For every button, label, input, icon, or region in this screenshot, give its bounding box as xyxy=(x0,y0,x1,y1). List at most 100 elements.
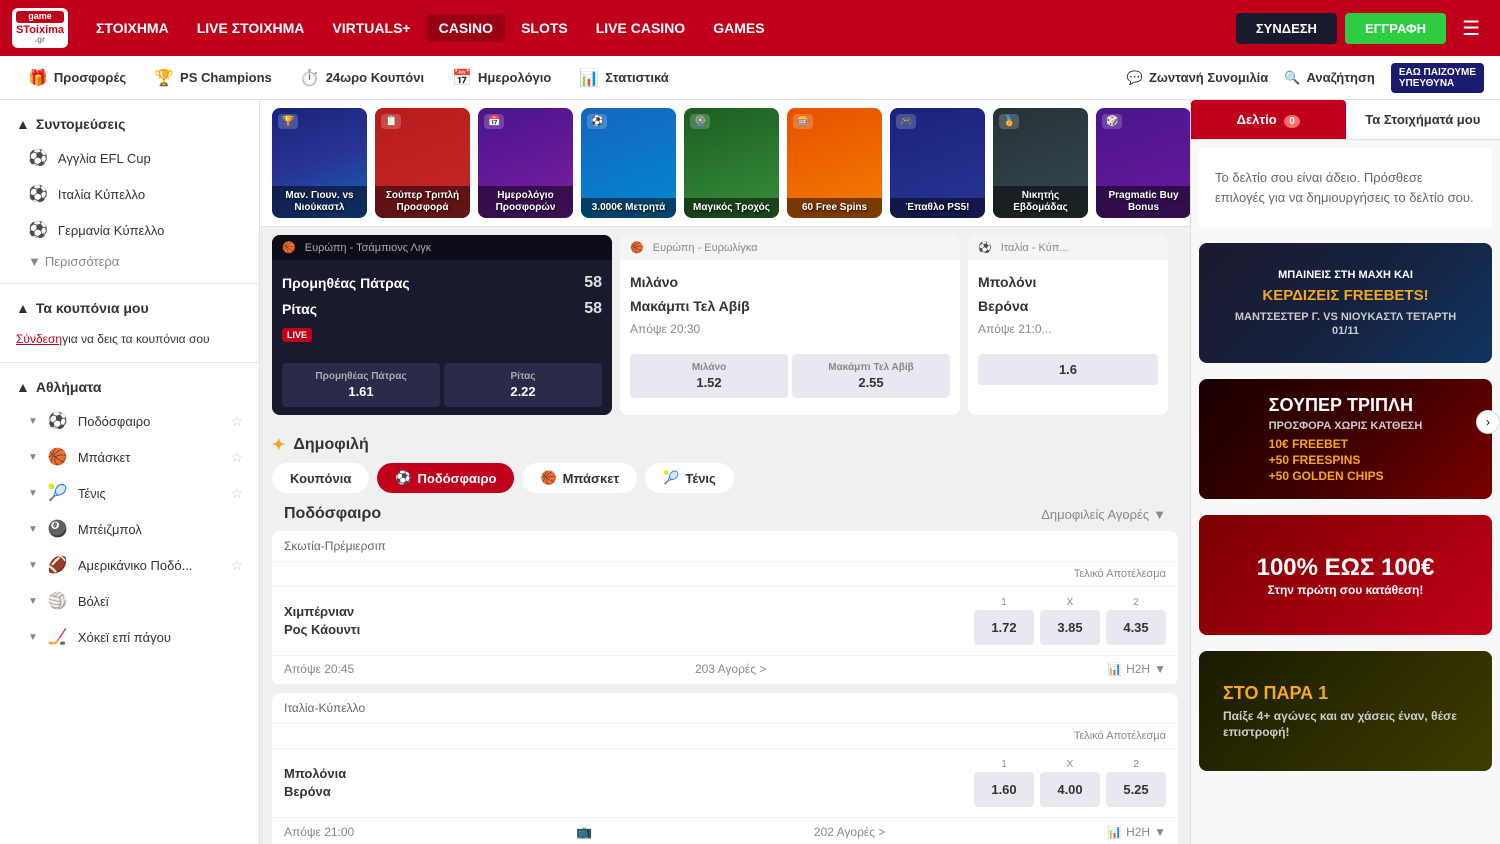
match-2-odd1[interactable]: Μιλάνο 1.52 xyxy=(630,354,788,398)
promo-icon-7: 🎮 xyxy=(896,114,916,129)
login-button[interactable]: ΣΥΝΔΕΣΗ xyxy=(1236,13,1337,44)
football-tab-icon: ⚽ xyxy=(395,470,411,486)
h2h-1[interactable]: 📊 H2H ▼ xyxy=(1107,662,1166,676)
odd-label-2: 2 xyxy=(1133,597,1139,608)
chevron-down-icon-h2h: ▼ xyxy=(1154,662,1166,676)
promo-banner-img-2: ΣΟΥΠΕΡ ΤΡΙΠΛΗ ΠΡΟΣΦΟΡΑ ΧΩΡΙΣ ΚΑΤΘΕΣΗ 10€… xyxy=(1199,379,1492,499)
logo[interactable]: game SToixima .gr xyxy=(12,8,68,48)
coupons-login-link[interactable]: Σύνδεσηγια να δεις τα κουπόνια σου xyxy=(16,332,243,346)
coupons-header[interactable]: ▲ Τα κουπόνια μου xyxy=(0,292,259,324)
tv-icon: 📺 xyxy=(576,824,592,840)
bet-odd-1-1[interactable]: 1.72 xyxy=(974,610,1034,645)
nav-virtuals[interactable]: VIRTUALS+ xyxy=(320,14,422,42)
markets-dropdown[interactable]: Δημοφιλείς Αγορές ▼ xyxy=(1041,507,1166,522)
sec-nav-ps-champions[interactable]: 🏆 PS Champions xyxy=(142,62,284,94)
nav-stoixima[interactable]: ΣΤΟΙΧΗΜΑ xyxy=(84,14,181,42)
promo-card-1[interactable]: 🏆 Μαν. Γιουν. vs Νιούκαστλ xyxy=(272,108,367,218)
match-1-team2: Ρίτας 58 xyxy=(282,296,602,322)
bet-footer-2: Απόψε 21:00 📺 202 Αγορές > 📊 H2H ▼ xyxy=(272,818,1178,844)
match-3-odd1[interactable]: 1.6 xyxy=(978,354,1158,385)
nav-slots[interactable]: SLOTS xyxy=(509,14,580,42)
promo-card-6[interactable]: 🎰 60 Free Spins xyxy=(787,108,882,218)
promo-banner-3[interactable]: 100% ΕΩΣ 100€ Στην πρώτη σου κατάθεση! xyxy=(1199,515,1492,635)
bet-odd-2-2[interactable]: 5.25 xyxy=(1106,772,1166,807)
sidebar-item-tennis[interactable]: ▼ 🎾 Τένις ☆ xyxy=(0,475,259,511)
match-3-header: ⚽ Ιταλία - Κύπ... xyxy=(968,235,1168,260)
sidebar-item-basketball[interactable]: ▼ 🏀 Μπάσκετ ☆ xyxy=(0,439,259,475)
bet-odd-2-1[interactable]: 1.60 xyxy=(974,772,1034,807)
betslip-tab-my-bets[interactable]: Τα Στοιχήματά μου xyxy=(1346,100,1500,139)
bar-chart-icon-2: 📊 xyxy=(1107,825,1122,839)
promo-card-2[interactable]: 📋 Σούπερ Τριπλή Προσφορά xyxy=(375,108,470,218)
nav-live-casino[interactable]: LIVE CASINO xyxy=(584,14,697,42)
promo-card-9[interactable]: 🎲 Pragmatic Buy Bonus xyxy=(1096,108,1190,218)
tab-football[interactable]: ⚽ Ποδόσφαιρο xyxy=(377,463,514,493)
bet-team1-2: Μπολόνια xyxy=(284,765,966,783)
register-button[interactable]: ΕΓΓΡΑΦΗ xyxy=(1345,13,1446,44)
italy-icon: ⚽ xyxy=(978,242,992,254)
sidebar-item-efl-cup[interactable]: ⚽ Αγγλία EFL Cup xyxy=(0,140,259,176)
chevron-down-icon-6: ▼ xyxy=(28,596,38,607)
match-1-odd2[interactable]: Ρίτας 2.22 xyxy=(444,363,602,407)
sidebar-item-hockey[interactable]: ▼ 🏒 Χόκεϊ επί πάγου xyxy=(0,619,259,655)
tab-basketball[interactable]: 🏀 Μπάσκετ xyxy=(522,463,637,493)
betslip-badge: 0 xyxy=(1284,115,1300,128)
nav-live[interactable]: LIVE ΣΤΟΙΧΗΜΑ xyxy=(185,14,317,42)
tab-tennis[interactable]: 🎾 Τένις xyxy=(645,463,734,493)
chevron-up-icon-2: ▲ xyxy=(16,300,30,316)
chevron-down-icon-2: ▼ xyxy=(28,452,38,463)
live-match-3: ⚽ Ιταλία - Κύπ... Μπολόνι Βερόνα Απόψε 2… xyxy=(968,235,1168,415)
chevron-up-icon: ▲ xyxy=(16,116,30,132)
bet-odd-1-x[interactable]: 3.85 xyxy=(1040,610,1100,645)
bet-markets-1[interactable]: 203 Αγορές > xyxy=(695,662,766,676)
match-1-odd1[interactable]: Προμηθέας Πάτρας 1.61 xyxy=(282,363,440,407)
sidebar-item-volleyball[interactable]: ▼ 🏐 Βόλεϊ xyxy=(0,583,259,619)
result-header-1: Τελικό Αποτέλεσμα xyxy=(986,568,1166,580)
nav-casino[interactable]: CASINO xyxy=(427,14,505,42)
promo-icon-4: ⚽ xyxy=(587,114,607,129)
promo-card-3[interactable]: 📅 Ημερολόγιο Προσφορών xyxy=(478,108,573,218)
sec-nav-calendar[interactable]: 📅 Ημερολόγιο xyxy=(440,62,563,94)
bet-time-1: Απόψε 20:45 xyxy=(284,662,354,676)
promo-card-8[interactable]: 🏅 Νικητής Εβδομάδας xyxy=(993,108,1088,218)
tab-coupons[interactable]: Κουπόνια xyxy=(272,463,369,493)
promo-icon-3: 📅 xyxy=(484,114,504,129)
sec-nav-24h-coupon[interactable]: ⏱️ 24ωρο Κουπόνι xyxy=(288,62,436,94)
sidebar-item-football[interactable]: ▼ ⚽ Ποδόσφαιρο ☆ xyxy=(0,403,259,439)
basketball-tab-icon: 🏀 xyxy=(540,470,556,486)
bet-odd-col-2-1: 1 1.60 xyxy=(974,759,1034,807)
h2h-2[interactable]: 📊 H2H ▼ xyxy=(1107,825,1166,839)
sec-nav-statistics[interactable]: 📊 Στατιστικά xyxy=(567,62,680,94)
sidebar-item-american-football[interactable]: ▼ 🏈 Αμερικάνικο Ποδό... ☆ xyxy=(0,547,259,583)
chevron-down-icon-more: ▼ xyxy=(28,254,41,269)
shortcuts-header[interactable]: ▲ Συντομεύσεις xyxy=(0,108,259,140)
betslip-tab-active[interactable]: Δελτίο 0 xyxy=(1191,100,1346,139)
bet-odd-1-2[interactable]: 4.35 xyxy=(1106,610,1166,645)
sports-header[interactable]: ▲ Αθλήματα xyxy=(0,371,259,403)
promo-banner-4[interactable]: ΣΤΟ ΠΑΡΑ 1 Παίξε 4+ αγώνες και αν χάσεις… xyxy=(1199,651,1492,771)
hamburger-icon[interactable]: ☰ xyxy=(1454,12,1488,45)
promo-card-4[interactable]: ⚽ 3.000€ Μετρητά xyxy=(581,108,676,218)
tv-icon-wrap: 📺 xyxy=(576,824,592,840)
odds-header-2: Τελικό Αποτέλεσμα xyxy=(272,724,1178,749)
sidebar-item-baseball[interactable]: ▼ 🎱 Μπέιζμπολ xyxy=(0,511,259,547)
bet-markets-2[interactable]: 202 Αγορές > xyxy=(814,825,885,839)
promo-banner-1[interactable]: ΜΠΑΙΝΕΙΣ ΣΤΗ ΜΑΧΗ ΚΑΙ ΚΕΡΔΙΖΕΙΣ FREEBETS… xyxy=(1199,243,1492,363)
live-chat-button[interactable]: 💬 Ζωντανή Συνομιλία xyxy=(1127,70,1269,86)
nav-games[interactable]: GAMES xyxy=(701,14,776,42)
bet-odd-2-x[interactable]: 4.00 xyxy=(1040,772,1100,807)
bet-league-2: Ιταλία-Κύπελλο xyxy=(272,693,1178,724)
promo-label-6: 60 Free Spins xyxy=(793,202,876,214)
sidebar-item-germany-cup[interactable]: ⚽ Γερμανία Κύπελλο xyxy=(0,212,259,248)
sec-nav-offers[interactable]: 🎁 Προσφορές xyxy=(16,62,138,94)
search-button[interactable]: 🔍 Αναζήτηση xyxy=(1284,70,1375,86)
promo-banner-2[interactable]: ΣΟΥΠΕΡ ΤΡΙΠΛΗ ΠΡΟΣΦΟΡΑ ΧΩΡΙΣ ΚΑΤΘΕΣΗ 10€… xyxy=(1199,379,1492,499)
basketball-league-icon: 🏀 xyxy=(282,242,296,254)
promo-card-7[interactable]: 🎮 Έπαθλο PS5! xyxy=(890,108,985,218)
shortcuts-more[interactable]: ▼ Περισσότερα xyxy=(0,248,259,275)
sidebar-item-italy-cup[interactable]: ⚽ Ιταλία Κύπελλο xyxy=(0,176,259,212)
sidebar-divider-1 xyxy=(0,283,259,284)
promo-card-5[interactable]: 🎡 Μαγικός Τροχός xyxy=(684,108,779,218)
odd-label-2-1: 1 xyxy=(1001,759,1007,770)
match-2-odd2[interactable]: Μακάμπι Τελ Αβίβ 2.55 xyxy=(792,354,950,398)
